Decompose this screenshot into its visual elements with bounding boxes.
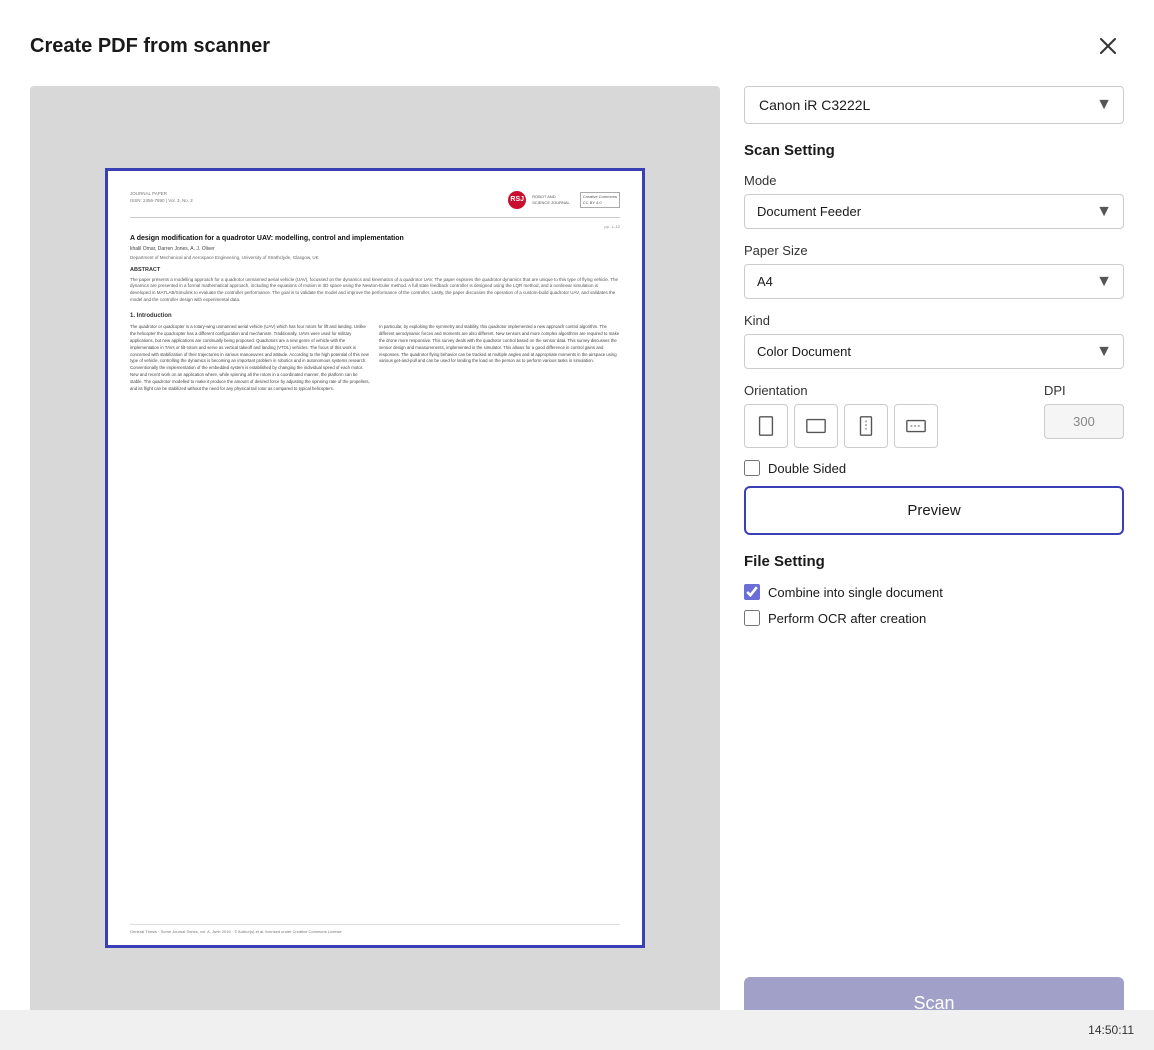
kind-field-group: Kind Color Document Black & White Docume… (744, 313, 1124, 369)
ocr-checkbox[interactable] (744, 610, 760, 626)
paper-size-field-group: Paper Size A4 Letter Legal A3 ▼ (744, 243, 1124, 299)
orientation-dpi-row: Orientation (744, 383, 1124, 448)
doc-logo-area: RSJ ROBOT AND SCIENCE JOURNAL Creative C… (508, 191, 620, 209)
dialog-header: Create PDF from scanner (30, 30, 1124, 62)
doc-divider (130, 217, 620, 218)
settings-panel: Canon iR C3222L Canon iR C3226L HP Laser… (744, 86, 1124, 1030)
doc-section-title: 1. Introduction (130, 312, 620, 320)
double-sided-label: Double Sided (768, 461, 846, 476)
mode-select[interactable]: Document Feeder Flatbed (744, 194, 1124, 229)
orientation-group: Orientation (744, 383, 1032, 448)
paper-size-label: Paper Size (744, 243, 1124, 258)
doc-affiliation: Department of Mechanical and Aerospace E… (130, 255, 620, 261)
orientation-portrait-btn[interactable] (744, 404, 788, 448)
dpi-input[interactable] (1044, 404, 1124, 439)
rotated-landscape-icon (905, 415, 927, 437)
mode-field-group: Mode Document Feeder Flatbed ▼ (744, 173, 1124, 229)
dialog-body: JOURNAL PAPER ISSN: 2456-7890 | Vol. 3, … (30, 86, 1124, 1030)
double-sided-checkbox[interactable] (744, 460, 760, 476)
doc-two-col: The quadrotor or quadcopter is a rotary-… (130, 324, 620, 393)
dpi-group: DPI (1044, 383, 1124, 439)
document-content: JOURNAL PAPER ISSN: 2456-7890 | Vol. 3, … (108, 171, 642, 945)
ocr-row: Perform OCR after creation (744, 610, 1124, 626)
combine-checkbox[interactable] (744, 584, 760, 600)
doc-header: JOURNAL PAPER ISSN: 2456-7890 | Vol. 3, … (130, 191, 620, 209)
doc-title-section: A design modification for a quadrotor UA… (130, 234, 620, 261)
landscape-icon (805, 415, 827, 437)
orientation-rotated-portrait-btn[interactable] (844, 404, 888, 448)
document-preview: JOURNAL PAPER ISSN: 2456-7890 | Vol. 3, … (105, 168, 645, 948)
scanner-select[interactable]: Canon iR C3222L Canon iR C3226L HP Laser… (744, 86, 1124, 124)
rsj-logo: RSJ (508, 191, 526, 209)
doc-abstract-label: ABSTRACT (130, 267, 620, 275)
kind-select-wrapper: Color Document Black & White Document Gr… (744, 334, 1124, 369)
rotated-portrait-icon (855, 415, 877, 437)
paper-size-select[interactable]: A4 Letter Legal A3 (744, 264, 1124, 299)
doc-footer: General Thesis · Some Journal Series, vo… (130, 924, 620, 935)
kind-select[interactable]: Color Document Black & White Document Gr… (744, 334, 1124, 369)
mode-label: Mode (744, 173, 1124, 188)
taskbar-time: 14:50:11 (1088, 1023, 1134, 1037)
create-pdf-dialog: Create PDF from scanner JOURNAL PAPER IS… (0, 0, 1154, 1050)
close-button[interactable] (1092, 30, 1124, 62)
file-setting-title: File Setting (744, 553, 1124, 570)
doc-left-header: JOURNAL PAPER ISSN: 2456-7890 | Vol. 3, … (130, 191, 193, 205)
doc-body-col1: The quadrotor or quadcopter is a rotary-… (130, 324, 371, 393)
combine-row: Combine into single document (744, 584, 1124, 600)
portrait-icon (755, 415, 777, 437)
close-icon (1099, 37, 1117, 55)
preview-area: JOURNAL PAPER ISSN: 2456-7890 | Vol. 3, … (30, 86, 720, 1030)
scan-setting-title: Scan Setting (744, 142, 1124, 159)
doc-body-col2: In particular, by exploiting the symmetr… (379, 324, 620, 393)
doc-abstract-text: The paper presents a modelling approach … (130, 277, 620, 304)
preview-button[interactable]: Preview (744, 486, 1124, 535)
scanner-select-wrapper: Canon iR C3222L Canon iR C3226L HP Laser… (744, 86, 1124, 124)
dpi-label: DPI (1044, 383, 1124, 398)
paper-size-select-wrapper: A4 Letter Legal A3 ▼ (744, 264, 1124, 299)
kind-label: Kind (744, 313, 1124, 328)
dialog-title: Create PDF from scanner (30, 35, 270, 58)
orientation-rotated-landscape-btn[interactable] (894, 404, 938, 448)
orientation-buttons (744, 404, 1032, 448)
ocr-label: Perform OCR after creation (768, 611, 926, 626)
mode-select-wrapper: Document Feeder Flatbed ▼ (744, 194, 1124, 229)
orientation-landscape-btn[interactable] (794, 404, 838, 448)
spacer (744, 636, 1124, 977)
doc-authors: khalil Omar, Darren Jones, A. J. Oliver (130, 246, 620, 253)
orientation-label: Orientation (744, 383, 1032, 398)
combine-label: Combine into single document (768, 585, 943, 600)
taskbar: 14:50:11 (0, 1010, 1154, 1050)
double-sided-row: Double Sided (744, 460, 1124, 476)
doc-main-title: A design modification for a quadrotor UA… (130, 234, 620, 243)
